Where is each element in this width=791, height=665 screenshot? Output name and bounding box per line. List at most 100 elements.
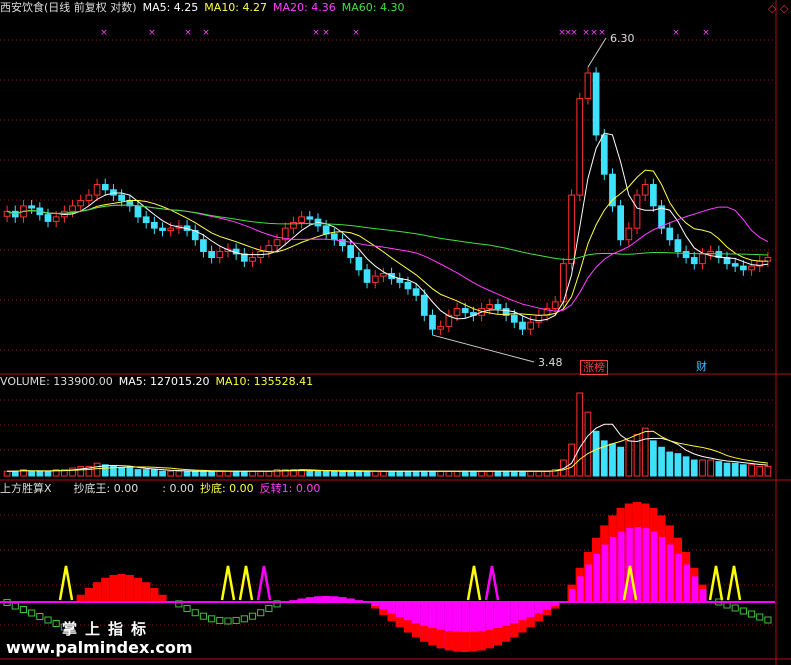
indicator-bar: [659, 537, 666, 602]
candle-body: [347, 245, 355, 259]
indicator-bar: [477, 630, 486, 651]
candle-body: [216, 251, 224, 259]
candle-body: [437, 325, 445, 330]
volume-bar: [396, 470, 404, 477]
candle-body: [625, 227, 633, 241]
candle-body: [617, 205, 625, 241]
indicator-bar: [510, 623, 519, 638]
volume-bar: [371, 470, 379, 477]
ma5-line: [6, 132, 768, 322]
indicator-bar: [420, 625, 429, 642]
indicator-bar: [158, 594, 167, 602]
candle-body: [159, 227, 166, 231]
finance-tag[interactable]: 财: [694, 360, 709, 373]
candle-body: [167, 227, 175, 231]
indicator-field2: : 0.00: [162, 482, 194, 495]
signal-cross-icon: ×: [672, 28, 680, 38]
candle-body: [461, 308, 469, 314]
indicator-bar: [526, 617, 535, 627]
volume-bar: [748, 464, 755, 477]
indicator-bar: [436, 629, 445, 649]
candle-body: [44, 214, 52, 222]
volume-bar: [330, 470, 338, 477]
volume-bar: [699, 459, 706, 477]
volume-bar: [666, 451, 674, 477]
volume-bar: [519, 470, 526, 477]
candle-body: [420, 294, 428, 316]
diamond-icon[interactable]: ◇: [768, 2, 776, 15]
indicator-bar: [610, 537, 617, 602]
volume-bar: [380, 470, 387, 477]
volume-bar: [175, 470, 183, 477]
indicator-bar: [626, 528, 633, 602]
indicator-bar: [125, 574, 134, 602]
indicator-field1: 抄底王: 0.00: [73, 482, 139, 495]
ma60-line: [6, 204, 768, 260]
signal-cross-icon: ×: [598, 28, 606, 38]
candle-body: [740, 265, 747, 271]
volume-bar: [134, 469, 142, 477]
volume-bar: [306, 470, 314, 477]
volume-bar: [11, 470, 19, 477]
indicator-step: [257, 609, 265, 617]
candle-body: [584, 72, 592, 100]
indicator-bar: [534, 613, 543, 622]
candle-body: [551, 301, 559, 310]
ma20-value: MA20: 4.36: [273, 1, 336, 14]
candle-body: [527, 321, 535, 330]
volume-bar: [28, 470, 35, 477]
volume-bar: [756, 465, 764, 477]
indicator-bar: [551, 605, 560, 609]
volume-bar: [609, 443, 616, 477]
stock-chart[interactable]: × × × × × × × ××× × × × × ×: [0, 0, 791, 665]
volume-bar: [731, 462, 739, 477]
indicator-bar: [542, 609, 552, 615]
volume-bar: [658, 446, 665, 477]
indicator-step: [248, 612, 257, 620]
candle-body: [208, 251, 215, 259]
candle-body: [699, 253, 706, 265]
candle-body: [101, 184, 109, 191]
limit-up-tag[interactable]: 涨榜: [580, 360, 608, 375]
indicator-step: [240, 615, 248, 623]
volume-bar: [510, 470, 518, 477]
ma20-line: [6, 204, 769, 312]
volume-value: VOLUME: 133900.00: [0, 375, 113, 388]
candle-body: [519, 321, 526, 330]
indicator-bar: [92, 582, 102, 602]
signal-triangle-icon: [220, 565, 236, 601]
candle-body: [494, 304, 502, 310]
candle-body: [371, 275, 379, 283]
volume-bar: [167, 470, 175, 477]
price-panel-header: 西安饮食(日线 前复权 对数) MA5: 4.25 MA10: 4.27 MA20: …: [0, 1, 410, 15]
indicator-bar: [683, 564, 691, 602]
indicator-step: [764, 616, 772, 624]
signal-cross-icon: ×: [148, 28, 156, 38]
volume-bar: [674, 453, 682, 477]
volume-bar: [502, 470, 510, 477]
indicator-step: [11, 602, 19, 610]
indicator-bar: [76, 594, 85, 602]
indicator-bar: [667, 544, 674, 602]
candle-body: [666, 227, 674, 241]
volume-bar: [560, 459, 567, 477]
watermark-url: www.palmindex.com: [6, 638, 193, 657]
candle-body: [363, 269, 371, 283]
watermark: 掌上指标 www.palmindex.com: [0, 612, 235, 662]
candle-body: [85, 194, 93, 201]
candle-body: [576, 98, 584, 196]
candle-body: [650, 184, 657, 207]
indicator-bar: [642, 528, 650, 602]
volume-bar: [339, 470, 346, 477]
candle-body: [118, 194, 125, 201]
volume-bar: [240, 470, 248, 477]
volume-bar: [216, 470, 224, 477]
candle-body: [429, 314, 436, 330]
volume-bar: [224, 470, 232, 477]
volume-bar: [208, 470, 215, 477]
volume-bar: [142, 469, 150, 477]
volume-bar: [183, 470, 191, 477]
diamond-icon[interactable]: ◇: [780, 2, 788, 15]
candle-body: [748, 265, 755, 271]
volume-bar: [36, 470, 44, 477]
